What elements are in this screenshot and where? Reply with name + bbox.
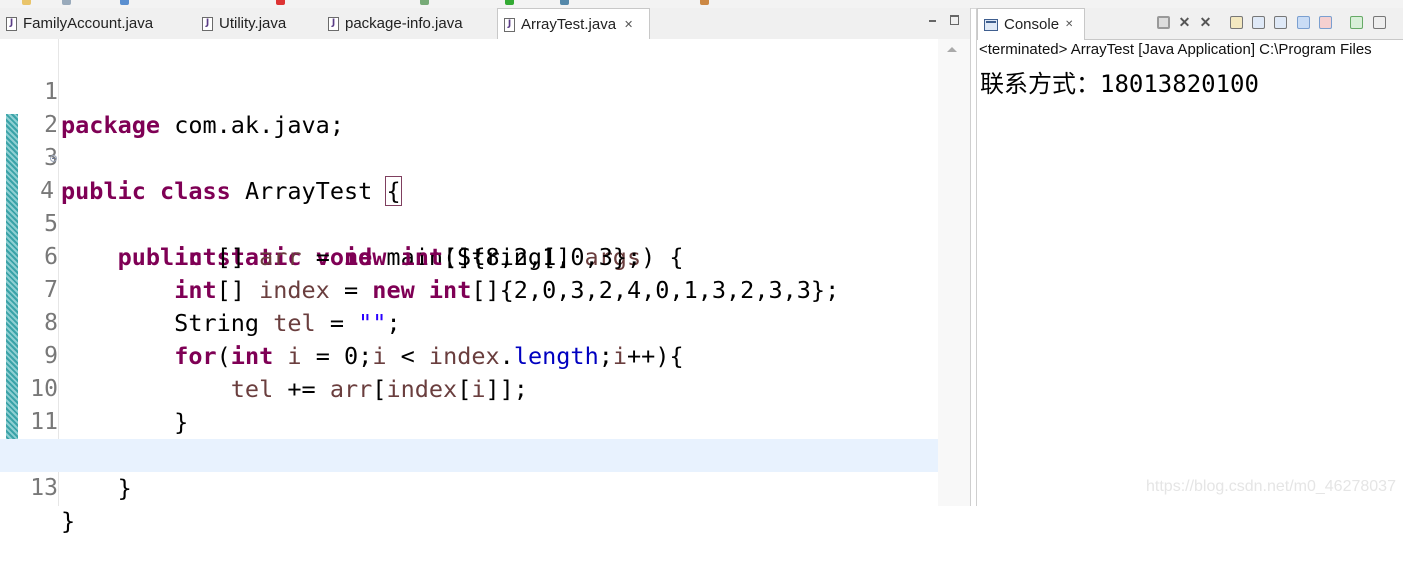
tab-label: package-info.java <box>345 15 463 32</box>
toolbar-icon[interactable] <box>276 0 285 5</box>
scroll-lock-icon[interactable] <box>1252 16 1265 29</box>
code-line: 2 <box>0 76 938 138</box>
scroll-up-arrow-icon[interactable] <box>947 47 957 52</box>
java-file-icon: J <box>328 16 339 31</box>
java-file-icon: J <box>202 16 213 31</box>
java-file-icon: J <box>504 17 515 32</box>
show-console-on-error-icon[interactable] <box>1319 16 1332 29</box>
minimize-icon[interactable] <box>928 15 938 25</box>
console-icon <box>984 18 998 31</box>
code-line: 10 } <box>0 340 938 436</box>
code-line: 11 System.out.println("联系方式：" + tel); <box>0 373 938 469</box>
clear-console-icon[interactable] <box>1230 16 1243 29</box>
code-line: 12 } <box>0 406 938 502</box>
code-line: 1 package com.ak.java; <box>0 43 938 139</box>
console-view: Console ✕ ✕ ✕ <terminated> ArrayTest [Ja… <box>976 8 1403 506</box>
console-tab-bar: Console ✕ ✕ ✕ <box>977 8 1403 40</box>
code-line: 6 int[] index = new int[]{2,0,3,2,4,0,1,… <box>0 208 938 304</box>
toolbar-icon[interactable] <box>560 0 569 5</box>
console-output-text: 联系方式：18013820100 <box>980 70 1259 98</box>
terminate-icon[interactable] <box>1157 16 1170 29</box>
editor-tab-bar: J FamilyAccount.java J Utility.java J pa… <box>0 8 970 40</box>
tab-package-info[interactable]: J package-info.java <box>322 8 494 39</box>
close-icon[interactable]: ✕ <box>1065 19 1073 30</box>
tab-label: ArrayTest.java <box>521 16 617 33</box>
pin-console-icon[interactable] <box>1350 16 1363 29</box>
console-launch-status: <terminated> ArrayTest [Java Application… <box>979 41 1372 58</box>
fold-collapse-icon[interactable] <box>50 155 57 162</box>
toolbar-icon[interactable] <box>22 0 31 5</box>
console-tab-label: Console <box>1004 16 1060 33</box>
tab-label: Utility.java <box>219 15 287 32</box>
editor-vertical-scrollbar[interactable] <box>938 39 970 506</box>
code-line: 4 public static void main(String[] args)… <box>0 142 938 271</box>
remove-all-terminated-icon[interactable]: ✕ <box>1199 15 1212 29</box>
code-text: } <box>61 507 76 535</box>
toolbar-icon[interactable] <box>62 0 71 5</box>
java-file-icon: J <box>6 16 17 31</box>
tab-familyaccount[interactable]: J FamilyAccount.java <box>0 8 192 39</box>
java-editor: J FamilyAccount.java J Utility.java J pa… <box>0 8 971 535</box>
toolbar-icon[interactable] <box>420 0 429 5</box>
maximize-icon[interactable] <box>950 15 960 25</box>
code-line-current: 13 } <box>0 439 938 535</box>
toolbar-icon[interactable] <box>120 0 129 5</box>
code-line: 8 for(int i = 0;i < index.length;i++){ <box>0 274 938 370</box>
tab-console[interactable]: Console ✕ <box>977 8 1085 40</box>
toolbar-icon[interactable] <box>700 0 709 5</box>
tab-utility[interactable]: J Utility.java <box>196 8 326 39</box>
watermark-text: https://blog.csdn.net/m0_46278037 <box>1146 478 1396 495</box>
code-line: 9 tel += arr[index[i]]; <box>0 307 938 403</box>
code-line: 7 String tel = ""; <box>0 241 938 337</box>
show-console-on-output-icon[interactable] <box>1297 16 1310 29</box>
word-wrap-icon[interactable] <box>1274 16 1287 29</box>
display-selected-console-icon[interactable] <box>1373 16 1386 29</box>
code-line: 3 public class ArrayTest { <box>0 109 938 206</box>
tab-label: FamilyAccount.java <box>23 15 154 32</box>
close-icon[interactable]: ✕ <box>624 18 633 31</box>
remove-launch-icon[interactable]: ✕ <box>1178 15 1191 29</box>
code-area[interactable]: 1 package com.ak.java; 2 3 public class … <box>0 39 938 535</box>
line-number: 13 <box>30 475 58 501</box>
tab-arraytest[interactable]: J ArrayTest.java ✕ <box>497 8 650 40</box>
code-line: 5 int[] arr = new int[]{8,2,1,0,3}; <box>0 175 938 271</box>
toolbar-icon[interactable] <box>505 0 514 5</box>
